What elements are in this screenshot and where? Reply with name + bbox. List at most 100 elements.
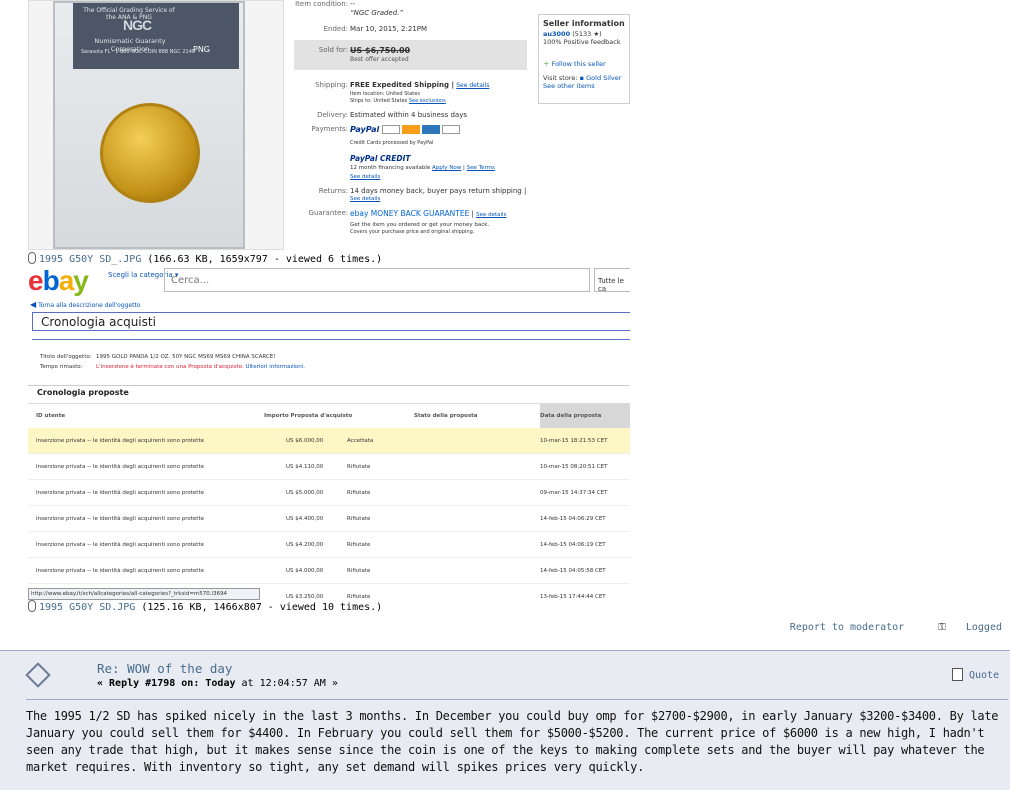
seller-info-title: Seller information [543,19,625,28]
post-title-link[interactable]: Re: WOW of the day [97,661,232,676]
attachment-2-link[interactable]: 1995 G50Y SD.JPG [39,602,135,613]
post-meta: « Reply #1798 on: Today at 12:04:57 AM » [97,678,338,689]
ships-to: Ships to: United States [350,98,408,104]
column-status[interactable]: Stato della proposta [414,413,477,419]
search-input[interactable]: Cerca... [164,268,590,292]
payment-logos: PayPal [350,125,530,134]
shipping-value: FREE Expedited Shipping | [350,81,455,89]
visit-store-label: Visit store: [543,74,578,82]
returns-value: 14 days money back, buyer pays return sh… [350,187,527,195]
mastercard-icon [402,125,421,134]
visa-card-icon [382,125,401,134]
money-back-guarantee: ebay MONEY BACK GUARANTEE [350,209,470,218]
table-header: ID utente Importo Proposta d'acquisto St… [28,403,630,428]
seller-feedback: 100% Positive feedback [543,38,621,46]
attachment-1-info: (166.63 KB, 1659x797 - viewed 6 times.) [147,254,383,265]
ended-value: Mar 10, 2015, 2:21PM [350,25,428,33]
returns-details-link[interactable]: See details [350,196,530,202]
shipping-label: Shipping: [315,81,348,89]
ngc-slab: The Official Grading Service of the ANA … [53,1,245,249]
ebay-purchase-history: ebay Scegli la categoria ▾ Cerca... Tutt… [28,265,630,600]
apply-now-link[interactable]: Apply Now [432,165,461,171]
status-bar-url: http://www.ebay.it/sch/allcategories/all… [28,588,260,600]
post-body: The 1995 1/2 SD has spiked nicely in the… [26,709,999,774]
plus-icon: ＋ [543,60,550,68]
exclusions-link[interactable]: See exclusions [409,98,446,104]
store-link[interactable]: Gold Silver [586,74,621,82]
logged-status: ⚿ Logged [938,622,1002,633]
paypal-logo: PayPal [350,125,380,134]
delivery-label: Delivery: [317,111,348,119]
ngc-logo: NGC [123,17,152,33]
png-logo: PNG [193,45,211,54]
ebay-logo: ebay [28,265,89,296]
more-info-link[interactable]: Ulteriori informazioni. [245,364,305,370]
time-left-value: L'inserzione è terminata con una Propost… [96,364,244,370]
item-title-row: Titolo dell'oggetto: 1995 GOLD PANDA 1/2 … [40,354,276,360]
time-left-row: Tempo rimasto: L'inserzione è terminata c… [40,364,306,370]
ip-logged-icon: ⚿ [938,622,946,633]
item-location: Item location: United States [350,91,420,97]
guarantee-note-1: Get the item you ordered or get your mon… [350,222,490,228]
paperclip-icon [28,252,36,264]
item-title-value: 1995 GOLD PANDA 1/2 OZ. 50Y NGC MS69 MS6… [96,354,276,360]
table-row: Inserzione privata -- le identità degli … [28,558,630,584]
title-divider [32,339,630,340]
attachment-2: 1995 G50Y SD.JPG (125.16 KB, 1466x807 - … [28,600,382,613]
post-footer-actions: Report to moderator ⚿ Logged [790,622,1002,633]
quote-button[interactable]: Quote [952,668,999,681]
quote-icon [952,668,963,681]
store-icon: ▪ [579,74,585,82]
seller-score: (5133 ★) [572,30,602,38]
financing-text: 12 month financing available [350,165,431,171]
attachment-1-link[interactable]: 1995 G50Y SD_.JPG [39,254,141,265]
sold-box [294,40,527,70]
paypal-credit-logo: PayPal CREDIT [350,154,411,163]
page-title: Cronologia acquisti [32,312,630,331]
returns-label: Returns: [318,187,348,195]
section-divider [28,385,630,386]
sold-label: Sold for: [318,46,348,54]
table-row: Inserzione privata -- le identità degli … [28,428,630,454]
table-row: Inserzione privata -- le identità degli … [28,454,630,480]
delivery-value: Estimated within 4 business days [350,111,467,119]
attachment-2-info: (125.16 KB, 1466x807 - viewed 10 times.) [141,602,383,613]
seller-name-link[interactable]: au3000 [543,30,570,38]
guarantee-details-link[interactable]: See details [476,212,506,218]
sold-value: US $6,750.00 [350,46,411,55]
shipping-details-link[interactable]: See details [456,82,489,89]
coin-photo: The Official Grading Service of the ANA … [28,0,284,250]
table-row: Inserzione privata -- le identità degli … [28,480,630,506]
see-terms-link[interactable]: See Terms [467,165,495,171]
column-user-id[interactable]: ID utente [36,413,65,419]
guarantee-label: Guarantee: [308,209,348,217]
best-offer-note: Best offer accepted [350,56,409,63]
guarantee-note-2: Covers your purchase price and original … [350,229,475,235]
seller-info-box: Seller information au3000 (5133 ★) 100% … [538,14,630,104]
discover-card-icon [442,125,461,134]
cards-note: Credit Cards processed by PayPal [350,140,434,146]
condition-note: “NGC Graded.” [350,9,404,17]
gold-panda-coin [100,103,200,203]
financing-details-link[interactable]: See details [350,174,530,180]
paperclip-icon [28,600,36,612]
back-link[interactable]: ◀ Torna alla descrizione dell'oggetto [30,300,141,309]
back-arrow-icon: ◀ [30,300,37,309]
slab-label: The Official Grading Service of the ANA … [73,3,239,69]
report-to-moderator-link[interactable]: Report to moderator [790,622,904,633]
condition-label: Item condition: [295,0,348,8]
section-heading: Cronologia proposte [37,388,129,397]
amex-card-icon [422,125,441,134]
slab-label-small: Sarasota FL · 1-800-NGC-COIN 888 NGC 214… [81,49,196,55]
column-date[interactable]: Data della proposta [540,413,601,419]
payments-label: Payments: [311,125,348,133]
table-row: Inserzione privata -- le identità degli … [28,532,630,558]
column-amount[interactable]: Importo Proposta d'acquisto [264,413,352,419]
condition-value: -- [350,0,356,8]
table-row: Inserzione privata -- le identità degli … [28,506,630,532]
post-header-divider [26,699,1008,700]
ended-label: Ended: [323,25,348,33]
other-items-link[interactable]: See other items [543,82,625,90]
all-categories-select[interactable]: Tutte le ca [594,268,630,293]
follow-seller-link[interactable]: Follow this seller [552,60,606,68]
